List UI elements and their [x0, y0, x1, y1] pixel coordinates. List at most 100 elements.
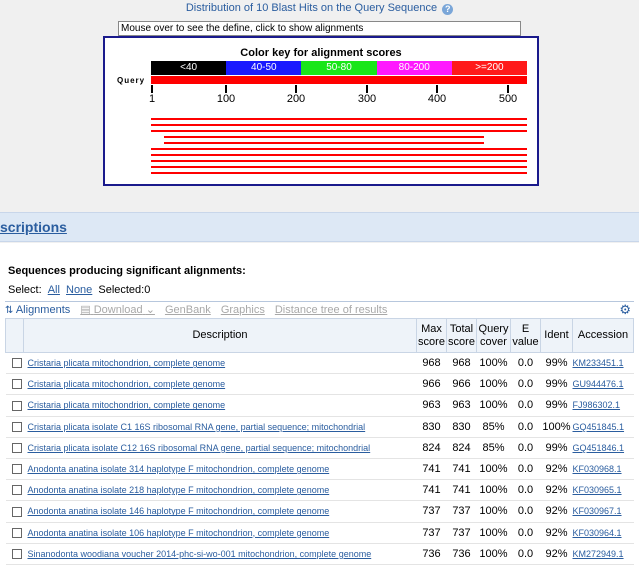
- e-value-cell: 0.0: [510, 522, 541, 544]
- description-link[interactable]: Anodonta anatina isolate 106 haplotype F…: [24, 528, 330, 538]
- select-none-link[interactable]: None: [66, 284, 92, 296]
- max-score-cell[interactable]: 966: [416, 373, 447, 396]
- hit-bar[interactable]: [151, 166, 527, 168]
- accession-link[interactable]: GU944476.1: [573, 379, 624, 389]
- description-link[interactable]: Cristaria plicata isolate C1 16S ribosom…: [24, 422, 366, 432]
- max-score-cell[interactable]: 737: [416, 500, 447, 523]
- alignments-button[interactable]: ⇅ Alignments: [5, 304, 70, 316]
- total-score-cell: 966: [446, 373, 477, 396]
- query-cover-cell: 100%: [476, 352, 511, 375]
- distance-tree-link[interactable]: Distance tree of results: [275, 304, 388, 316]
- row-checkbox[interactable]: [11, 485, 22, 496]
- ident-cell: 99%: [540, 394, 573, 417]
- ruler-tick-label: 300: [357, 93, 377, 105]
- max-score-cell[interactable]: 737: [416, 522, 447, 544]
- hit-bar[interactable]: [151, 172, 527, 174]
- hit-bar[interactable]: [151, 154, 527, 156]
- accession-cell: FJ986302.1: [572, 394, 634, 417]
- accession-link[interactable]: GQ451846.1: [573, 443, 625, 453]
- select-all-link[interactable]: All: [48, 284, 60, 296]
- total-score-cell: 737: [446, 522, 477, 544]
- accession-link[interactable]: KF030964.1: [573, 528, 622, 538]
- descriptions-panel: Sequences producing significant alignmen…: [0, 243, 639, 572]
- hit-bar[interactable]: [151, 124, 527, 126]
- description-cell: Anodonta anatina isolate 146 haplotype F…: [23, 500, 417, 523]
- accession-link[interactable]: KF030968.1: [573, 464, 622, 474]
- row-checkbox[interactable]: [11, 442, 22, 453]
- accession-link[interactable]: GQ451845.1: [573, 422, 625, 432]
- descriptions-header-link[interactable]: scriptions: [0, 219, 67, 235]
- row-checkbox[interactable]: [11, 358, 22, 369]
- download-label: Download: [93, 304, 143, 316]
- description-link[interactable]: Anodonta anatina isolate 146 haplotype F…: [24, 506, 330, 516]
- table-row: Cristaria plicata mitochondrion, complet…: [5, 373, 634, 396]
- accession-link[interactable]: FJ986302.1: [573, 400, 621, 410]
- total-score-cell: 741: [446, 479, 477, 502]
- description-link[interactable]: Cristaria plicata mitochondrion, complet…: [24, 400, 226, 410]
- description-link[interactable]: Anodonta anatina isolate 218 haplotype F…: [24, 485, 330, 495]
- hit-bar[interactable]: [151, 160, 527, 162]
- query-label: Query: [117, 76, 146, 85]
- accession-cell: KF030965.1: [572, 479, 634, 502]
- row-checkbox[interactable]: [11, 464, 22, 475]
- query-cover-cell: 100%: [476, 458, 511, 481]
- accession-cell: KM272949.1: [572, 543, 634, 565]
- accession-cell: KF030968.1: [572, 458, 634, 481]
- row-checkbox[interactable]: [11, 527, 22, 538]
- description-cell: Cristaria plicata isolate C1 16S ribosom…: [23, 416, 417, 438]
- accession-link[interactable]: KF030965.1: [573, 485, 622, 495]
- hit-bar[interactable]: [151, 130, 527, 132]
- row-checkbox[interactable]: [11, 400, 22, 411]
- row-checkbox[interactable]: [11, 506, 22, 517]
- description-link[interactable]: Cristaria plicata isolate C12 16S riboso…: [24, 443, 371, 453]
- max-score-cell[interactable]: 830: [416, 416, 447, 438]
- sort-arrows-icon: ⇅: [5, 304, 14, 316]
- e-value-cell: 0.0: [510, 479, 541, 502]
- description-link[interactable]: Anodonta anatina isolate 314 haplotype F…: [24, 464, 330, 474]
- accession-link[interactable]: KF030967.1: [573, 506, 622, 516]
- hit-bar[interactable]: [151, 118, 527, 120]
- query-cover-column-header[interactable]: Query cover: [476, 318, 511, 353]
- max-score-cell[interactable]: 824: [416, 437, 447, 459]
- description-link[interactable]: Cristaria plicata mitochondrion, complet…: [24, 379, 226, 389]
- accession-cell: KM233451.1: [572, 352, 634, 375]
- help-icon[interactable]: ?: [442, 4, 454, 15]
- row-checkbox[interactable]: [11, 379, 22, 390]
- accession-link[interactable]: KM233451.1: [573, 358, 624, 368]
- descriptions-section-header[interactable]: scriptions: [0, 212, 639, 242]
- row-checkbox[interactable]: [11, 421, 22, 432]
- ruler-tick-label: 200: [286, 93, 306, 105]
- distribution-title-text: Distribution of 10 Blast Hits on the Que…: [185, 2, 438, 14]
- hit-bar[interactable]: [164, 142, 484, 144]
- accession-column-header[interactable]: Accession: [572, 318, 634, 353]
- accession-cell: KF030964.1: [572, 522, 634, 544]
- alignments-label: Alignments: [15, 303, 71, 316]
- row-checkbox-cell: [5, 479, 24, 502]
- e-value-column-header[interactable]: E value: [510, 318, 541, 353]
- max-score-cell[interactable]: 963: [416, 394, 447, 417]
- max-score-cell[interactable]: 968: [416, 352, 447, 375]
- row-checkbox[interactable]: [11, 548, 22, 559]
- hit-bar[interactable]: [151, 148, 527, 150]
- max-score-column-header[interactable]: Max score: [416, 318, 447, 353]
- table-row: Cristaria plicata mitochondrion, complet…: [5, 394, 634, 417]
- max-score-cell[interactable]: 741: [416, 458, 447, 481]
- query-cover-cell: 100%: [476, 543, 511, 565]
- download-button[interactable]: ▤ Download ⌄: [80, 303, 155, 316]
- total-score-column-header[interactable]: Total score: [446, 318, 477, 353]
- max-score-cell[interactable]: 736: [416, 543, 447, 565]
- description-column-header[interactable]: Description: [23, 318, 417, 353]
- ident-column-header[interactable]: Ident: [540, 318, 573, 353]
- description-link[interactable]: Cristaria plicata mitochondrion, complet…: [24, 358, 226, 368]
- total-score-cell: 968: [446, 352, 477, 375]
- description-link[interactable]: Sinanodonta woodiana voucher 2014-phc-si…: [24, 549, 372, 559]
- hit-bar[interactable]: [164, 136, 484, 138]
- max-score-cell[interactable]: 741: [416, 479, 447, 502]
- graphics-link[interactable]: Graphics: [221, 304, 265, 316]
- alignment-graphic: Color key for alignment scores <40 40-50…: [103, 36, 539, 186]
- ruler-tick: [507, 85, 509, 93]
- accession-link[interactable]: KM272949.1: [573, 549, 624, 559]
- query-cover-cell: 100%: [476, 479, 511, 502]
- gear-icon[interactable]: ⚙: [619, 302, 631, 318]
- genbank-link[interactable]: GenBank: [165, 304, 211, 316]
